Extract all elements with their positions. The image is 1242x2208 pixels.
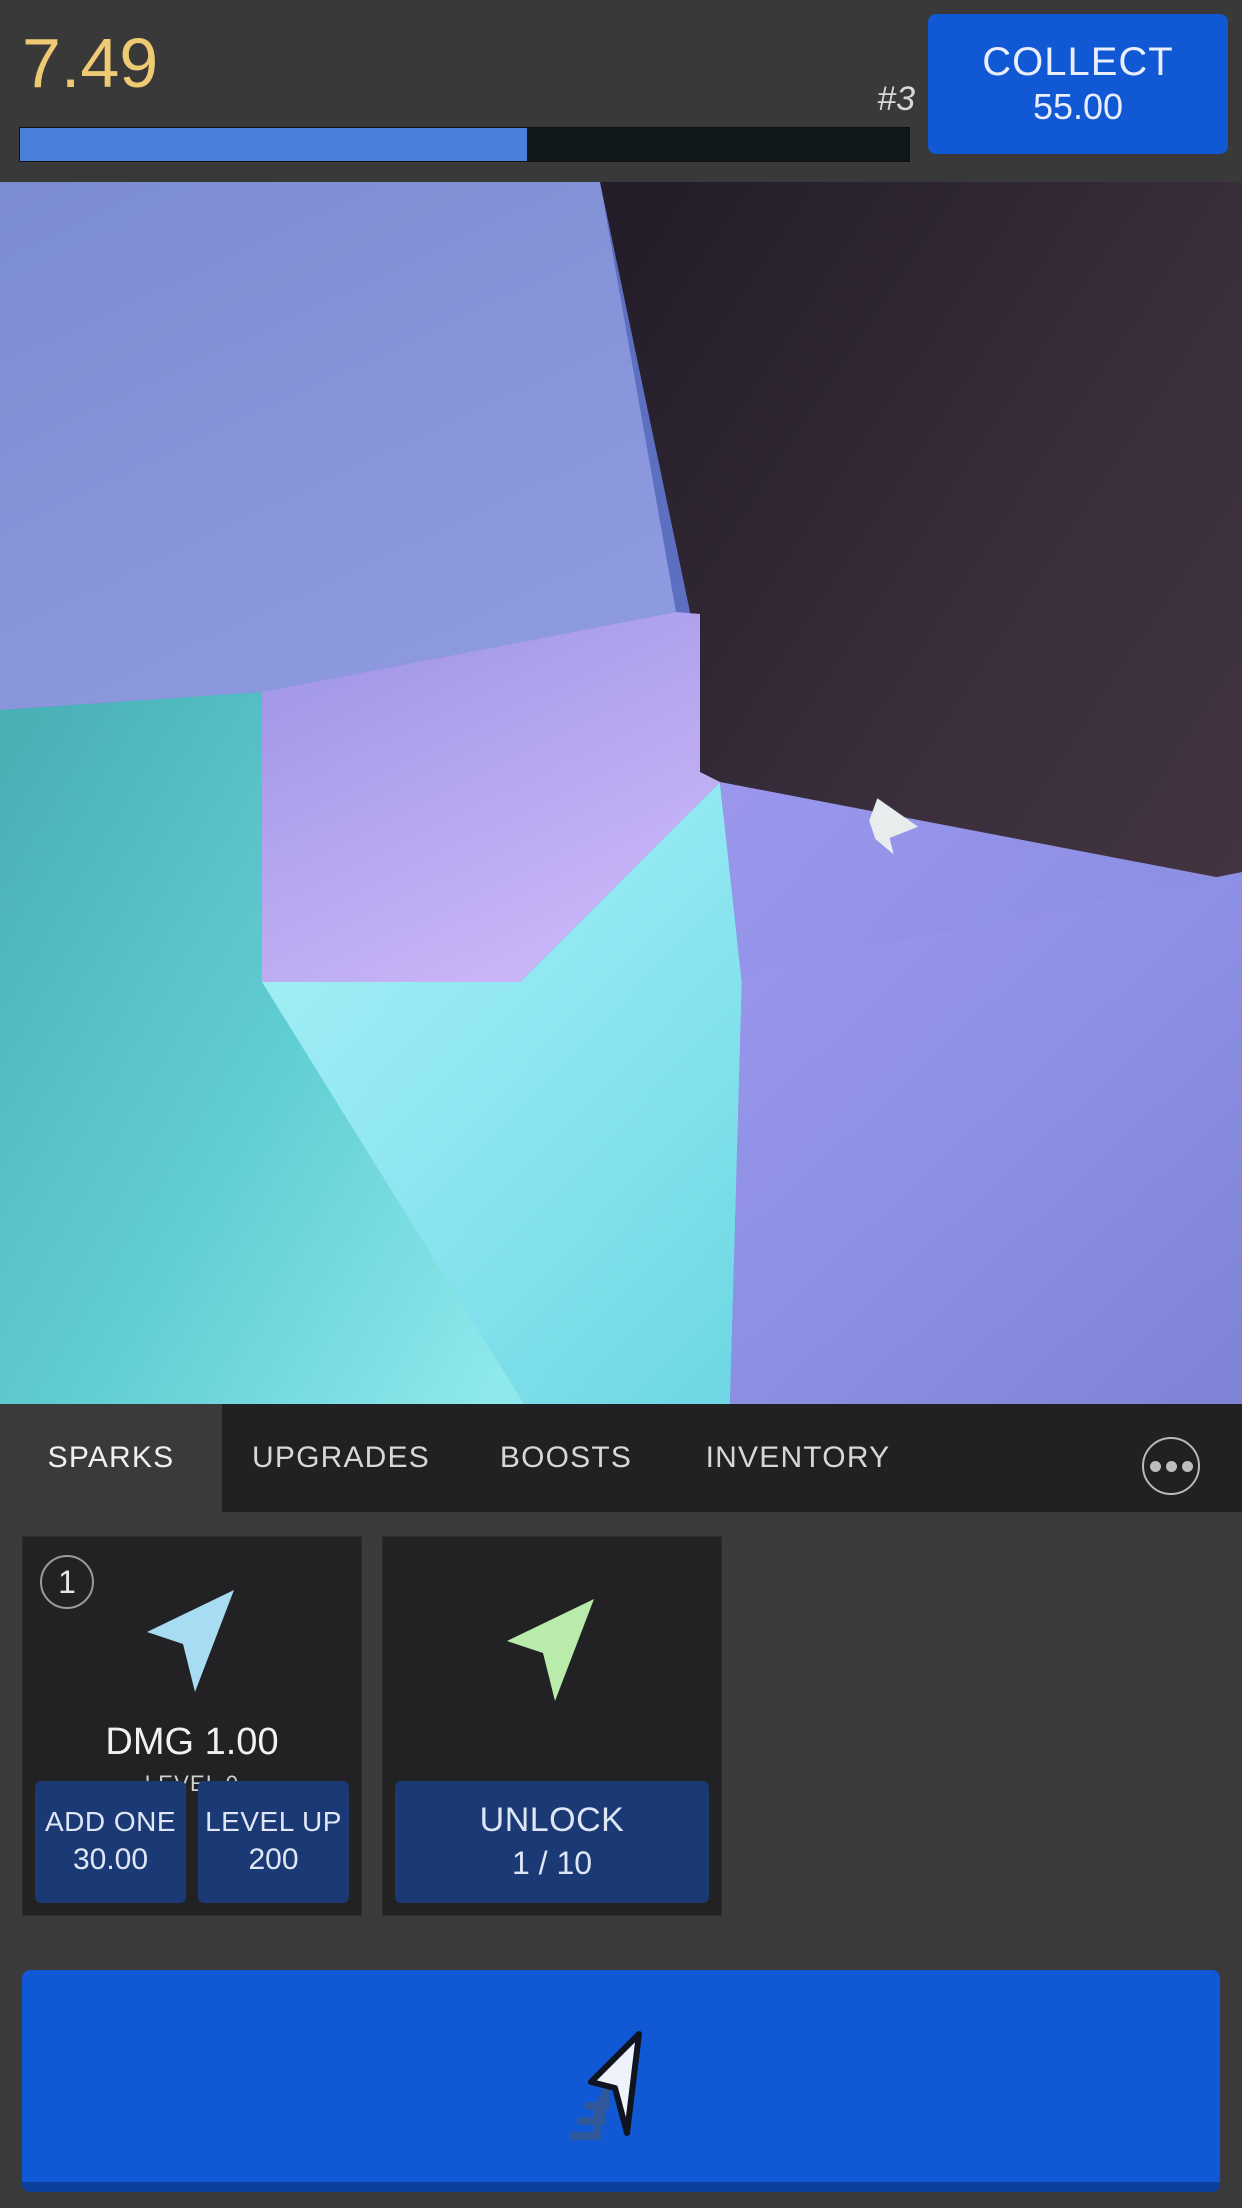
spark-card-actions: ADD ONE 30.00 LEVEL UP 200: [35, 1781, 349, 1903]
tab-inventory-label: INVENTORY: [705, 1441, 891, 1474]
tab-boosts-label: BOOSTS: [499, 1441, 633, 1474]
game-viewport[interactable]: [0, 182, 1242, 1404]
spark-card-locked[interactable]: UNLOCK 1 / 10: [382, 1536, 722, 1916]
tab-bar: SPARKS UPGRADES BOOSTS INVENTORY: [0, 1404, 1242, 1512]
collect-button[interactable]: COLLECT 55.00: [928, 14, 1228, 154]
score-value: 7.49: [22, 24, 159, 102]
level-up-label: LEVEL UP: [205, 1805, 342, 1837]
level-up-button[interactable]: LEVEL UP 200: [198, 1781, 349, 1903]
tab-inventory[interactable]: INVENTORY: [672, 1404, 924, 1512]
spark-card-actions: UNLOCK 1 / 10: [395, 1781, 709, 1903]
click-attack-button[interactable]: [22, 1970, 1220, 2192]
game-screen: 7.49 #3 COLLECT 55.00 SPARKS UPGRADES BO…: [0, 0, 1242, 2208]
more-menu-button[interactable]: [1142, 1437, 1200, 1495]
unlock-button[interactable]: UNLOCK 1 / 10: [395, 1781, 709, 1903]
collect-button-label: COLLECT: [982, 39, 1174, 84]
arrow-cursor-icon: [507, 1599, 594, 1701]
spark-card-badge: 1: [40, 1555, 94, 1609]
progress-bar: [19, 127, 910, 162]
tab-sparks-label: SPARKS: [47, 1441, 175, 1474]
spark-card[interactable]: 1 DMG 1.00 LEVEL 0 ADD ONE 30.00 LEVEL U…: [22, 1536, 362, 1916]
level-up-cost: 200: [248, 1843, 299, 1877]
tab-boosts[interactable]: BOOSTS: [460, 1404, 672, 1512]
game-scene: [0, 182, 1242, 1404]
add-one-label: ADD ONE: [44, 1805, 177, 1837]
tab-upgrades-label: UPGRADES: [252, 1441, 430, 1474]
tab-sparks[interactable]: SPARKS: [0, 1404, 222, 1512]
arrow-cursor-icon: [147, 1590, 234, 1692]
progress-bar-fill: [20, 128, 527, 161]
unlock-progress: 1 / 10: [511, 1845, 593, 1882]
unlock-label: UNLOCK: [479, 1801, 625, 1840]
top-status-bar: 7.49 #3 COLLECT 55.00: [0, 0, 1242, 182]
add-one-cost: 30.00: [72, 1843, 149, 1877]
spark-card-title: DMG 1.00: [105, 1721, 279, 1763]
spark-card-list: 1 DMG 1.00 LEVEL 0 ADD ONE 30.00 LEVEL U…: [22, 1536, 722, 1916]
spark-card-art: [383, 1537, 721, 1717]
tab-upgrades[interactable]: UPGRADES: [222, 1404, 460, 1512]
mouse-click-cursor-icon: [569, 2031, 642, 2140]
ellipsis-icon: [1149, 1460, 1193, 1472]
add-one-button[interactable]: ADD ONE 30.00: [35, 1781, 186, 1903]
rank-label: #3: [877, 80, 915, 118]
collect-button-value: 55.00: [1032, 85, 1124, 127]
